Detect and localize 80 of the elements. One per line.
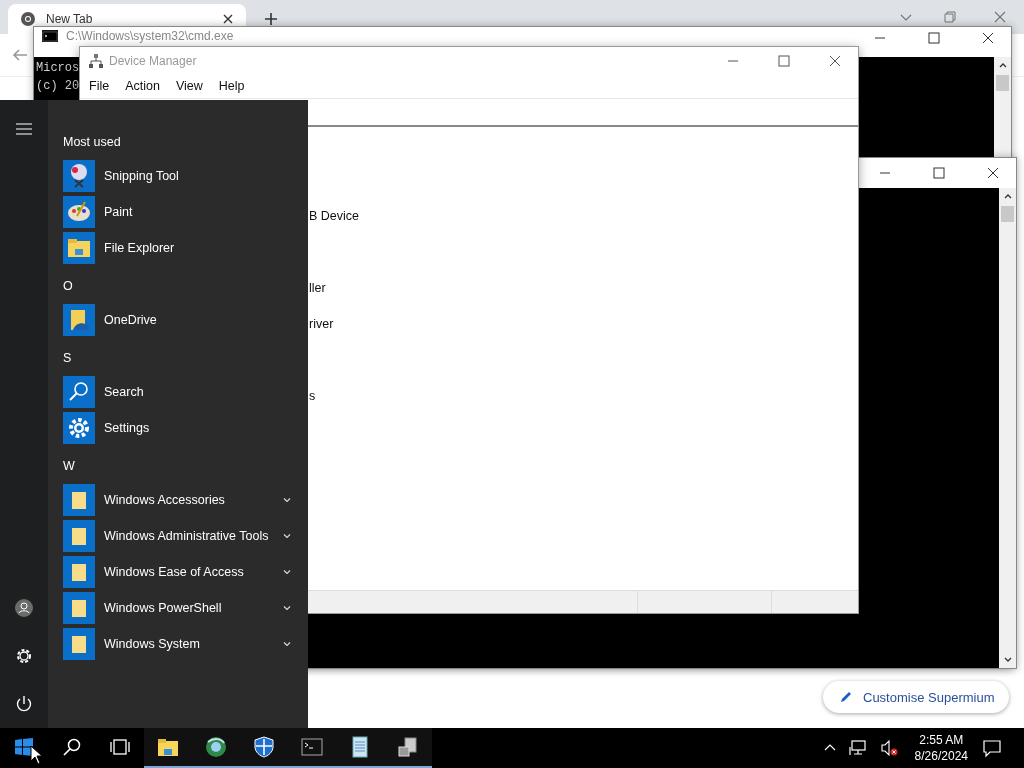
scrollbar[interactable] bbox=[994, 57, 1011, 157]
app-list-item[interactable]: Windows Ease of Access bbox=[63, 556, 308, 592]
task-view-icon bbox=[110, 737, 130, 757]
device-tree-item[interactable]: ller bbox=[309, 281, 326, 295]
clock-time[interactable]: 2:55 AM bbox=[919, 732, 964, 748]
app-list-item[interactable]: Search bbox=[63, 376, 308, 412]
app-list-item[interactable]: Windows System bbox=[63, 628, 308, 664]
group-heading: O bbox=[63, 279, 73, 293]
app-list-item[interactable]: Settings bbox=[63, 412, 308, 448]
network-icon[interactable] bbox=[848, 739, 867, 757]
chevron-down-icon[interactable] bbox=[282, 639, 292, 649]
notepad-icon bbox=[349, 736, 371, 758]
maximize-icon[interactable] bbox=[778, 54, 790, 67]
scroll-thumb[interactable] bbox=[996, 75, 1009, 91]
folder-icon bbox=[63, 304, 95, 336]
app-list-item[interactable]: Windows PowerShell bbox=[63, 592, 308, 628]
app-list-item[interactable]: OneDrive bbox=[63, 304, 308, 340]
clock-date[interactable]: 8/26/2024 bbox=[914, 748, 968, 764]
maximize-icon[interactable] bbox=[928, 32, 940, 44]
chevron-down-icon[interactable] bbox=[282, 495, 292, 505]
group-heading: W bbox=[63, 459, 75, 473]
group-heading: S bbox=[63, 351, 72, 365]
menu-icon[interactable] bbox=[15, 120, 33, 138]
folder-icon bbox=[63, 628, 95, 660]
folder-icon bbox=[63, 232, 95, 264]
taskbar-button[interactable] bbox=[144, 728, 192, 768]
notification-icon[interactable] bbox=[982, 738, 1002, 758]
palette-icon bbox=[63, 196, 95, 228]
chevron-down-icon[interactable] bbox=[282, 567, 292, 577]
console-text: Micros bbox=[36, 60, 80, 77]
user-icon[interactable] bbox=[14, 598, 34, 618]
back-arrow-icon[interactable] bbox=[12, 47, 28, 63]
device-manager-icon bbox=[397, 736, 419, 758]
folder-icon bbox=[63, 556, 95, 588]
folder-icon bbox=[157, 736, 179, 758]
taskbar-button[interactable] bbox=[384, 728, 432, 768]
folder-icon bbox=[63, 592, 95, 624]
device-manager-icon bbox=[88, 52, 104, 69]
globe-logo-icon bbox=[20, 11, 36, 27]
volume-muted-icon[interactable] bbox=[879, 739, 898, 757]
power-icon[interactable] bbox=[14, 694, 34, 714]
app-list-item[interactable]: Paint bbox=[63, 196, 308, 232]
close-icon[interactable] bbox=[829, 54, 841, 67]
app-list-item[interactable]: Windows Accessories bbox=[63, 484, 308, 520]
chevron-down-icon[interactable] bbox=[282, 603, 292, 613]
window-title: Device Manager bbox=[109, 53, 197, 68]
close-icon[interactable] bbox=[987, 167, 999, 179]
app-list-item[interactable]: File Explorer bbox=[63, 232, 308, 268]
scroll-thumb[interactable] bbox=[1001, 206, 1014, 222]
maximize-icon[interactable] bbox=[933, 167, 945, 179]
globe-icon bbox=[205, 736, 227, 758]
search-icon bbox=[62, 737, 82, 757]
chevron-down-icon[interactable] bbox=[282, 531, 292, 541]
folder-icon bbox=[63, 520, 95, 552]
device-tree-item[interactable]: river bbox=[309, 317, 334, 331]
close-icon[interactable] bbox=[982, 32, 994, 44]
device-tree-item[interactable]: B Device bbox=[309, 209, 360, 223]
console-icon bbox=[42, 30, 58, 42]
console-text: (c) 20 bbox=[36, 78, 80, 95]
plus-icon[interactable] bbox=[264, 12, 278, 26]
menu-item[interactable]: Action bbox=[125, 79, 168, 93]
app-list-item[interactable]: Snipping Tool bbox=[63, 160, 308, 196]
scissors-icon bbox=[63, 160, 95, 192]
folder-icon bbox=[63, 484, 95, 516]
settings-icon bbox=[63, 412, 95, 444]
search-icon bbox=[63, 376, 95, 408]
group-heading: Most used bbox=[63, 135, 121, 149]
menu-item[interactable]: File bbox=[89, 79, 118, 93]
customise-button[interactable]: Customise Supermium bbox=[823, 681, 1009, 713]
console-icon bbox=[301, 736, 323, 758]
settings-icon[interactable] bbox=[14, 646, 34, 666]
menu-item[interactable]: Help bbox=[218, 79, 253, 93]
scrollbar[interactable] bbox=[999, 188, 1016, 668]
shield-icon bbox=[253, 736, 275, 758]
menu-item[interactable]: View bbox=[175, 79, 211, 93]
device-tree-item[interactable]: s bbox=[309, 389, 316, 403]
pencil-icon bbox=[839, 690, 853, 704]
app-list-item[interactable]: Windows Administrative Tools bbox=[63, 520, 308, 556]
mouse-pointer-icon bbox=[30, 745, 42, 765]
close-icon[interactable] bbox=[222, 13, 234, 25]
